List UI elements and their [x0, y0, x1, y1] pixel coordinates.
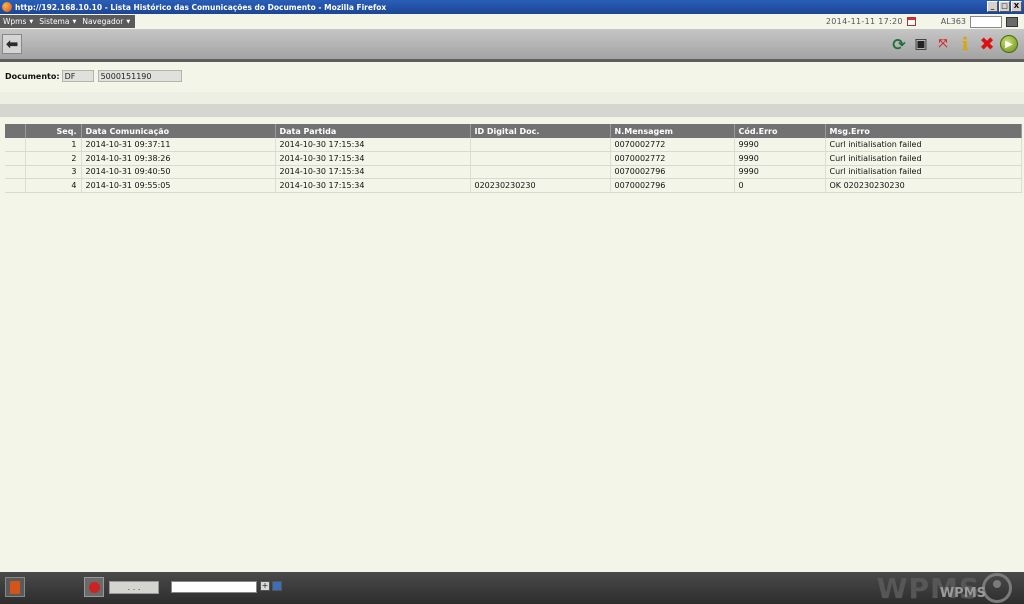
- cell-n-mensagem: 0070002796: [610, 178, 735, 193]
- quick-input[interactable]: [970, 15, 1002, 28]
- cell-seq: 1: [25, 138, 82, 152]
- cell-data-comunicacao: 2014-10-31 09:40:50: [81, 165, 276, 179]
- menu-sistema-label: Sistema: [39, 17, 70, 26]
- cell-seq: 2: [25, 151, 82, 166]
- caret-down-icon: ▼: [29, 18, 34, 25]
- add-icon[interactable]: +: [260, 581, 270, 591]
- menu-navegador-label: Navegador: [82, 17, 124, 26]
- cell-cod-erro: 0: [734, 178, 826, 193]
- col-data-partida[interactable]: Data Partida: [275, 124, 471, 138]
- window-title: http://192.168.10.10 - Lista Histórico d…: [15, 2, 387, 12]
- cell-data-comunicacao: 2014-10-31 09:37:11: [81, 138, 276, 152]
- trash-icon: [10, 580, 20, 594]
- col-seq[interactable]: Seq.: [25, 124, 82, 138]
- separator-band: [0, 92, 1024, 104]
- cell-seq: 4: [25, 178, 82, 193]
- row-selector[interactable]: [5, 151, 26, 166]
- menu-navegador[interactable]: Navegador ▼: [79, 17, 133, 26]
- arrow-left-icon: ⬅: [5, 35, 19, 53]
- cell-cod-erro: 9990: [734, 151, 826, 166]
- document-number-field: 5000151190: [97, 70, 182, 82]
- cell-n-mensagem: 0070002796: [610, 165, 735, 179]
- col-msg-erro[interactable]: Msg.Erro: [825, 124, 1022, 138]
- more-button[interactable]: . . .: [109, 581, 159, 594]
- document-label: Documento:: [5, 71, 60, 81]
- cell-n-mensagem: 0070002772: [610, 138, 735, 152]
- cell-id-digital: [470, 165, 611, 179]
- logo-person-icon: [982, 573, 1012, 603]
- info-icon[interactable]: i: [956, 34, 974, 55]
- cell-seq: 3: [25, 165, 82, 179]
- firefox-icon: [2, 2, 12, 12]
- current-datetime: 2014-11-11 17:20: [825, 17, 903, 26]
- table-row[interactable]: 1 2014-10-31 09:37:11 2014-10-30 17:15:3…: [5, 138, 1022, 152]
- toolbar-actions: ⟳ ▣ ⤧ i ✖ ▶: [890, 34, 1018, 55]
- col-select: [5, 124, 26, 138]
- menu-wpms-label: Wpms: [3, 17, 27, 26]
- back-button[interactable]: ⬅: [2, 34, 22, 54]
- screen-icon[interactable]: ▣: [912, 34, 930, 54]
- monitor-icon[interactable]: [1006, 16, 1018, 27]
- menubar: Wpms ▼ Sistema ▼ Navegador ▼ 2014-11-11 …: [0, 14, 1024, 29]
- expand-icon[interactable]: ⤧: [934, 34, 952, 54]
- cell-id-digital: [470, 138, 611, 152]
- refresh-icon[interactable]: ⟳: [890, 34, 908, 54]
- communications-table: Seq. Data Comunicação Data Partida ID Di…: [5, 124, 1022, 193]
- row-selector[interactable]: [5, 178, 26, 193]
- close-icon[interactable]: ✖: [978, 34, 996, 55]
- table-header: Seq. Data Comunicação Data Partida ID Di…: [5, 124, 1022, 138]
- menu-wpms[interactable]: Wpms ▼: [0, 17, 36, 26]
- row-selector[interactable]: [5, 165, 26, 179]
- command-input[interactable]: [171, 581, 257, 593]
- bottom-bar: . . . + WPMS WPMS: [0, 572, 1024, 604]
- close-window-button[interactable]: X: [1011, 1, 1022, 12]
- cell-data-partida: 2014-10-30 17:15:34: [275, 178, 471, 193]
- cell-data-comunicacao: 2014-10-31 09:38:26: [81, 151, 276, 166]
- calendar-icon[interactable]: [906, 17, 916, 26]
- cell-msg-erro: Curl initialisation failed: [825, 165, 1022, 179]
- menu-sistema[interactable]: Sistema ▼: [36, 17, 79, 26]
- window-titlebar: http://192.168.10.10 - Lista Histórico d…: [0, 0, 1024, 14]
- col-n-mensagem[interactable]: N.Mensagem: [610, 124, 735, 138]
- cell-cod-erro: 9990: [734, 138, 826, 152]
- bug-icon: [88, 581, 100, 593]
- caret-down-icon: ▼: [72, 18, 77, 25]
- col-data-comunicacao[interactable]: Data Comunicação: [81, 124, 276, 138]
- cell-id-digital: [470, 151, 611, 166]
- caret-down-icon: ▼: [126, 18, 131, 25]
- session-info: 2014-11-11 17:20 AL363: [826, 14, 1024, 29]
- cell-n-mensagem: 0070002772: [610, 151, 735, 166]
- col-id-digital[interactable]: ID Digital Doc.: [470, 124, 611, 138]
- cell-cod-erro: 9990: [734, 165, 826, 179]
- window-controls: _ □ X: [987, 1, 1022, 12]
- save-icon[interactable]: [272, 581, 282, 591]
- toolbar: ⬅ ⟳ ▣ ⤧ i ✖ ▶: [0, 29, 1024, 62]
- document-type-field: DF: [61, 70, 94, 82]
- table-row[interactable]: 3 2014-10-31 09:40:50 2014-10-30 17:15:3…: [5, 165, 1022, 179]
- table-row[interactable]: 4 2014-10-31 09:55:05 2014-10-30 17:15:3…: [5, 178, 1022, 193]
- row-selector[interactable]: [5, 138, 26, 152]
- debug-button[interactable]: [84, 577, 104, 597]
- go-icon[interactable]: ▶: [1000, 35, 1018, 53]
- table-row[interactable]: 2 2014-10-31 09:38:26 2014-10-30 17:15:3…: [5, 151, 1022, 166]
- cell-data-partida: 2014-10-30 17:15:34: [275, 138, 471, 152]
- cell-msg-erro: OK 020230230230: [825, 178, 1022, 193]
- maximize-button[interactable]: □: [999, 1, 1010, 12]
- cell-msg-erro: Curl initialisation failed: [825, 151, 1022, 166]
- cell-data-comunicacao: 2014-10-31 09:55:05: [81, 178, 276, 193]
- bottom-mini-actions: +: [260, 581, 282, 591]
- cell-id-digital: 020230230230: [470, 178, 611, 193]
- cell-msg-erro: Curl initialisation failed: [825, 138, 1022, 152]
- logo-subtext: WPMS: [939, 586, 986, 601]
- minimize-button[interactable]: _: [987, 1, 998, 12]
- cell-data-partida: 2014-10-30 17:15:34: [275, 165, 471, 179]
- main-menu: Wpms ▼ Sistema ▼ Navegador ▼: [0, 15, 135, 28]
- separator-band-gray: [0, 104, 1024, 117]
- document-info: Documento: DF 5000151190: [5, 70, 182, 82]
- cell-data-partida: 2014-10-30 17:15:34: [275, 151, 471, 166]
- user-code: AL363: [940, 17, 966, 26]
- col-cod-erro[interactable]: Cód.Erro: [734, 124, 826, 138]
- delete-button[interactable]: [5, 577, 25, 597]
